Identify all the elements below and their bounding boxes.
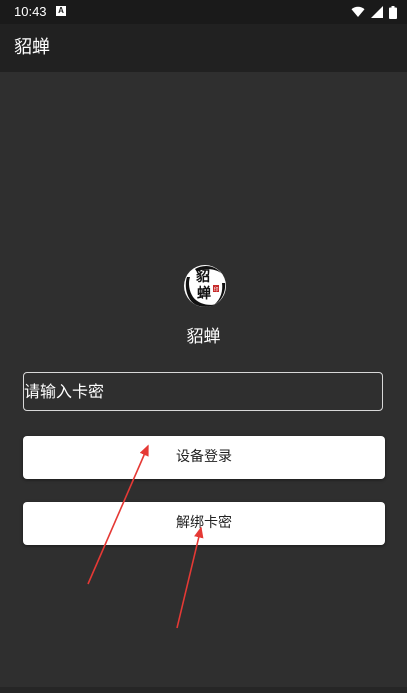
app-name: 貂蝉 xyxy=(186,327,221,347)
signal-icon xyxy=(371,6,383,18)
device-login-button[interactable]: 设备登录 xyxy=(23,436,385,479)
logo-char-top: 貂 xyxy=(195,268,210,285)
status-bar: 10:43 A xyxy=(0,0,407,24)
battery-icon xyxy=(389,5,397,19)
unbind-card-button[interactable]: 解绑卡密 xyxy=(23,502,385,545)
wifi-icon xyxy=(351,6,365,18)
status-time: 10:43 xyxy=(14,4,47,19)
app-logo-icon: 貂 蝉 印 xyxy=(184,265,226,307)
app-bar-title: 貂蝉 xyxy=(14,37,50,58)
navigation-strip xyxy=(0,687,407,693)
card-key-input[interactable] xyxy=(23,372,383,411)
app-bar: 貂蝉 xyxy=(0,24,407,72)
logo-char-bottom: 蝉 xyxy=(197,285,211,302)
notification-a-icon: A xyxy=(56,6,66,16)
status-icons xyxy=(351,5,397,19)
app-screen: 10:43 A 貂蝉 貂 蝉 印 貂蝉 设备登录 xyxy=(0,0,407,693)
logo-seal: 印 xyxy=(213,286,218,293)
